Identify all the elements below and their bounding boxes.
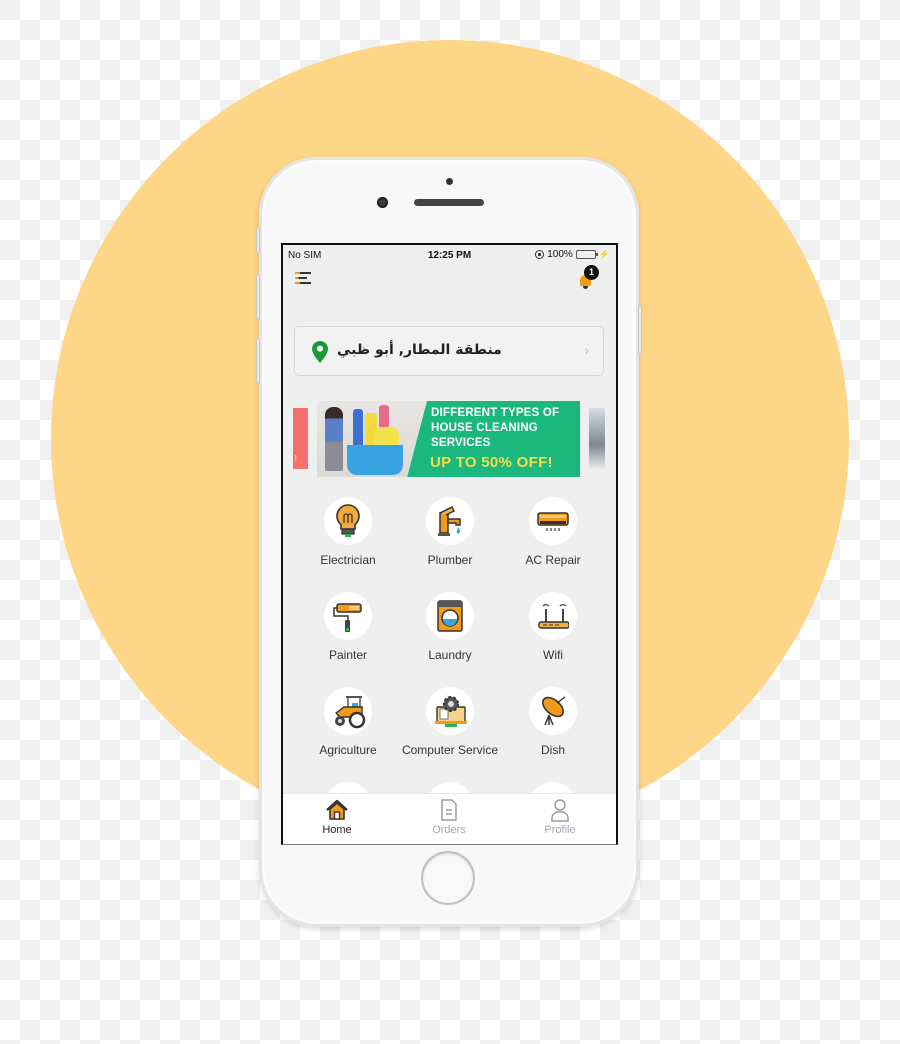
service-label: Computer Service [401,743,499,757]
carousel-slide-next[interactable] [589,408,605,469]
promo-carousel: ! DIFFERENT TYPES OF HOUSE CLEANING SERV… [283,401,616,477]
service-laundry[interactable]: Laundry [398,592,502,662]
carousel-slide-previous[interactable]: ! [293,408,308,469]
cleaning-supplies-image [317,401,427,477]
battery-percent: 100% [547,249,573,260]
service-label: Dish [540,743,565,757]
carousel-slide-cleaning-promo[interactable]: DIFFERENT TYPES OF HOUSE CLEANING SERVIC… [317,401,580,477]
air-conditioner-icon [537,512,569,531]
service-ac-repair[interactable]: AC Repair [501,497,605,567]
computer-gear-icon [435,696,467,727]
home-button[interactable] [421,851,475,905]
chevron-right-icon: › [584,342,589,358]
mute-switch [256,227,260,253]
banner-promo-text: UP TO 50% OFF! [430,454,553,471]
service-computer-service[interactable]: Computer Service [398,687,502,757]
service-label: Electrician [320,553,376,567]
user-icon [551,799,569,822]
service-painter[interactable]: Painter [296,592,400,662]
power-button [638,305,642,355]
service-label: Agriculture [319,743,377,757]
volume-up-button [256,274,260,320]
battery-icon [575,250,598,259]
bottom-tab-bar: Home Orders Profile [283,793,616,844]
notifications-button[interactable]: 1 [580,265,602,289]
service-dish[interactable]: Dish [501,687,605,757]
satellite-dish-icon [541,696,566,726]
service-wifi[interactable]: Wifi [501,592,605,662]
location-selector[interactable]: منطقة المطار, أبو ظبي › [294,326,604,376]
proximity-sensor [446,178,453,185]
status-bar: No SIM 12:25 PM 100% ⚡ [283,245,616,265]
service-agriculture[interactable]: Agriculture [296,687,400,757]
router-icon [538,604,569,629]
paint-roller-icon [333,603,362,632]
tab-label: Orders [432,824,466,836]
volume-down-button [256,338,260,384]
tab-home[interactable]: Home [297,798,377,836]
location-address: منطقة المطار, أبو ظبي [337,342,502,358]
washing-machine-icon [437,600,463,632]
lightbulb-icon [336,504,360,537]
hamburger-menu-icon[interactable] [295,272,311,285]
service-plumber[interactable]: Plumber [398,497,502,567]
service-electrician[interactable]: Electrician [296,497,400,567]
notification-badge: 1 [584,265,599,280]
document-icon [441,799,457,821]
charging-icon: ⚡ [598,249,610,259]
tab-orders[interactable]: Orders [409,798,489,836]
service-label: Laundry [428,648,472,662]
status-right: 100% ⚡ [535,249,610,260]
service-label: Wifi [543,648,563,662]
tractor-icon [334,696,366,729]
tab-label: Home [322,824,352,836]
app-screen: No SIM 12:25 PM 100% ⚡ 1 منطقة المطار, أ… [281,243,618,845]
service-label: Painter [328,648,368,662]
tab-label: Profile [544,824,576,836]
service-label: AC Repair [525,553,581,567]
home-icon [326,799,348,820]
map-pin-icon [312,341,328,363]
service-label: Plumber [427,553,473,567]
banner-headline: DIFFERENT TYPES OF HOUSE CLEANING SERVIC… [431,407,560,449]
front-camera [377,197,388,208]
earpiece-speaker [414,199,484,206]
faucet-icon [438,505,461,536]
tab-profile[interactable]: Profile [520,798,600,836]
rotation-lock-icon [535,250,545,259]
